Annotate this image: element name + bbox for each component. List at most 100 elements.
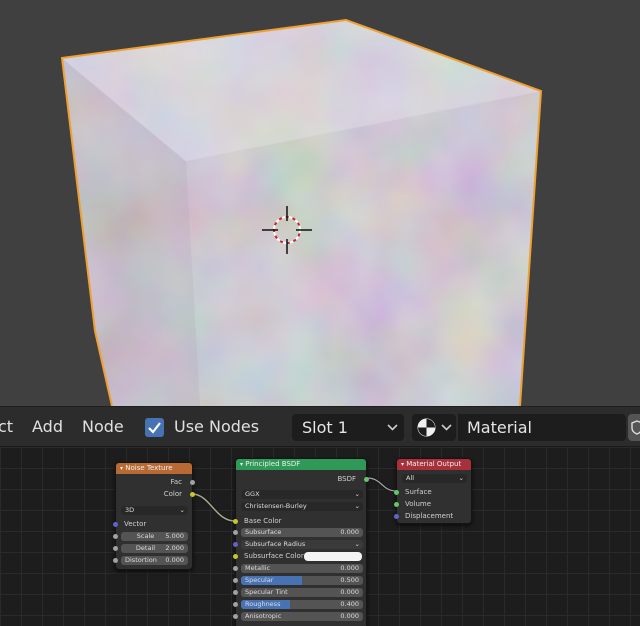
chevron-down-icon: ⌄ xyxy=(458,474,464,482)
chevron-down-icon: ⌄ xyxy=(354,502,360,510)
socket-fac[interactable] xyxy=(190,480,195,485)
output-bsdf: BSDF xyxy=(337,475,356,483)
subsurface-color-swatch[interactable] xyxy=(304,552,362,561)
input-vector: Vector xyxy=(124,520,147,528)
anisotropic-field[interactable]: Anisotropic 0.000 xyxy=(241,612,363,621)
node-title: Noise Texture xyxy=(125,464,173,472)
scale-value: 5.000 xyxy=(165,532,184,540)
subsurface-radius-field[interactable]: Subsurface Radius ⌄ xyxy=(241,540,363,549)
roughness-label: Roughness xyxy=(245,600,281,608)
socket-bsdf[interactable] xyxy=(364,477,369,482)
socket-volume[interactable] xyxy=(394,502,399,507)
select-menu[interactable]: ct xyxy=(0,407,13,447)
node-title: Principled BSDF xyxy=(245,460,301,468)
detail-field[interactable]: Detail 2.000 xyxy=(121,544,188,553)
subsurface-value: 0.000 xyxy=(340,528,359,536)
socket-scale[interactable] xyxy=(113,534,118,539)
socket-roughness[interactable] xyxy=(233,602,238,607)
specular-tint-field[interactable]: Specular Tint 0.000 xyxy=(241,588,363,597)
subsurface-field[interactable]: Subsurface 0.000 xyxy=(241,528,363,537)
fake-user-button[interactable] xyxy=(628,414,640,441)
metallic-label: Metallic xyxy=(245,564,271,572)
collapse-arrow-icon[interactable]: ▾ xyxy=(120,465,123,472)
socket-distortion[interactable] xyxy=(113,558,118,563)
chevron-down-icon xyxy=(441,424,452,431)
subsurface-method-dropdown[interactable]: Christensen-Burley ⌄ xyxy=(241,502,363,511)
subsurface-label: Subsurface xyxy=(245,528,282,536)
output-color: Color xyxy=(163,490,182,498)
distortion-label: Distortion xyxy=(125,556,157,564)
target-dropdown[interactable]: All ⌄ xyxy=(402,474,467,483)
node-header[interactable]: ▾ Noise Texture xyxy=(116,463,192,474)
node-canvas[interactable]: ▾ Noise Texture Fac Color 3D ⌄ Vector Sc… xyxy=(0,447,640,626)
socket-displacement[interactable] xyxy=(394,514,399,519)
anisotropic-label: Anisotropic xyxy=(245,612,282,620)
input-surface: Surface xyxy=(405,488,432,496)
material-name-field[interactable]: Material xyxy=(458,414,626,441)
material-browse-button[interactable] xyxy=(412,414,456,441)
3d-viewport[interactable] xyxy=(0,0,640,406)
distribution-value: GGX xyxy=(245,490,260,498)
add-menu[interactable]: Add xyxy=(32,407,63,447)
socket-specular-tint[interactable] xyxy=(233,590,238,595)
slot-value: Slot 1 xyxy=(302,418,348,437)
distortion-field[interactable]: Distortion 0.000 xyxy=(121,556,188,565)
socket-base-color[interactable] xyxy=(233,519,238,524)
noise-texture-node[interactable]: ▾ Noise Texture Fac Color 3D ⌄ Vector Sc… xyxy=(113,462,195,570)
dimensions-dropdown[interactable]: 3D ⌄ xyxy=(121,506,188,515)
roughness-field[interactable]: Roughness 0.400 xyxy=(241,600,363,609)
specular-tint-label: Specular Tint xyxy=(245,588,288,596)
distortion-value: 0.000 xyxy=(165,556,184,564)
socket-subsurface-radius[interactable] xyxy=(233,542,238,547)
socket-metallic[interactable] xyxy=(233,566,238,571)
subsurface-color-label: Subsurface Color xyxy=(244,552,304,560)
target-value: All xyxy=(406,474,415,482)
principled-bsdf-node[interactable]: ▾ Principled BSDF BSDF GGX ⌄ Christensen… xyxy=(233,458,369,626)
roughness-value: 0.400 xyxy=(340,600,359,608)
subsurface-method-value: Christensen-Burley xyxy=(245,502,307,510)
dimensions-value: 3D xyxy=(125,506,135,514)
input-displacement: Displacement xyxy=(405,512,454,520)
subsurface-radius-label: Subsurface Radius xyxy=(245,540,306,548)
distribution-dropdown[interactable]: GGX ⌄ xyxy=(241,490,363,499)
socket-specular[interactable] xyxy=(233,578,238,583)
material-output-node[interactable]: ▾ Material Output All ⌄ Surface Volume D… xyxy=(394,458,472,524)
node-menu[interactable]: Node xyxy=(82,407,124,447)
metallic-field[interactable]: Metallic 0.000 xyxy=(241,564,363,573)
anisotropic-value: 0.000 xyxy=(340,612,359,620)
socket-subsurface[interactable] xyxy=(233,530,238,535)
collapse-arrow-icon[interactable]: ▾ xyxy=(240,461,243,468)
specular-tint-value: 0.000 xyxy=(340,588,359,596)
specular-field[interactable]: Specular 0.500 xyxy=(241,576,363,585)
slot-dropdown[interactable]: Slot 1 xyxy=(292,414,404,441)
socket-anisotropic[interactable] xyxy=(233,614,238,619)
scale-field[interactable]: Scale 5.000 xyxy=(121,532,188,541)
specular-label: Specular xyxy=(245,576,274,584)
collapse-arrow-icon[interactable]: ▾ xyxy=(401,461,404,468)
specular-value: 0.500 xyxy=(340,576,359,584)
node-editor-header: ct Add Node Use Nodes Slot 1 Material xyxy=(0,406,640,447)
metallic-value: 0.000 xyxy=(340,564,359,572)
checkmark-icon xyxy=(148,422,161,434)
material-sphere-icon xyxy=(417,418,436,437)
chevron-down-icon: ⌄ xyxy=(354,540,360,548)
output-fac: Fac xyxy=(170,478,182,486)
chevron-down-icon xyxy=(387,424,398,431)
socket-detail[interactable] xyxy=(113,546,118,551)
use-nodes-checkbox[interactable] xyxy=(145,418,164,437)
node-header[interactable]: ▾ Principled BSDF xyxy=(236,459,366,470)
node-title: Material Output xyxy=(406,460,462,468)
node-header[interactable]: ▾ Material Output xyxy=(397,459,471,470)
use-nodes-label[interactable]: Use Nodes xyxy=(174,407,259,447)
socket-surface[interactable] xyxy=(394,490,399,495)
input-base-color: Base Color xyxy=(244,517,282,525)
material-name: Material xyxy=(467,418,532,437)
chevron-down-icon: ⌄ xyxy=(179,506,185,514)
socket-color[interactable] xyxy=(190,492,195,497)
socket-vector[interactable] xyxy=(113,522,118,527)
chevron-down-icon: ⌄ xyxy=(354,490,360,498)
shield-icon xyxy=(631,420,640,435)
socket-subsurface-color[interactable] xyxy=(233,554,238,559)
detail-value: 2.000 xyxy=(165,544,184,552)
input-volume: Volume xyxy=(405,500,432,508)
